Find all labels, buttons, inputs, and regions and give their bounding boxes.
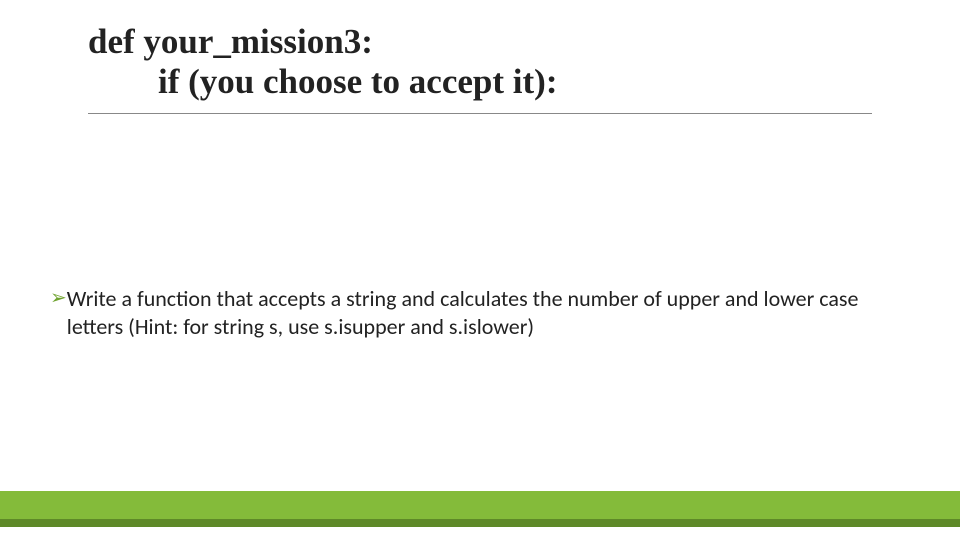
title-line-2: if (you choose to accept it): [88,62,872,102]
chevron-right-icon: ➢ [50,285,67,312]
bullet-text: Write a function that accepts a string a… [67,285,910,340]
slide-body: ➢ Write a function that accepts a string… [50,285,910,340]
title-line-1: def your_mission3: [88,22,872,62]
bullet-item: ➢ Write a function that accepts a string… [50,285,910,340]
slide-title: def your_mission3: if (you choose to acc… [88,22,872,114]
slide: def your_mission3: if (you choose to acc… [0,0,960,540]
footer-light-stripe [0,491,960,519]
footer-accent-bar [0,491,960,527]
